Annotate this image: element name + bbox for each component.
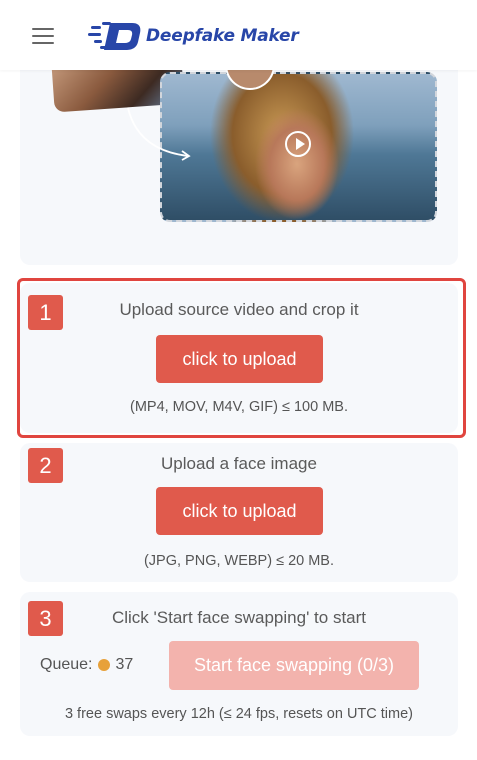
start-face-swapping-button[interactable]: Start face swapping (0/3) bbox=[169, 641, 419, 690]
brand-logo[interactable]: Deepfake Maker bbox=[88, 18, 299, 54]
step-2-card: 2 Upload a face image click to upload (J… bbox=[20, 443, 458, 582]
top-bar: Deepfake Maker bbox=[0, 0, 477, 70]
queue-status: Queue: 37 bbox=[40, 656, 133, 674]
step-title: Upload a face image bbox=[161, 454, 317, 473]
step-title: Click 'Start face swapping' to start bbox=[111, 608, 367, 627]
upload-video-button[interactable]: click to upload bbox=[156, 335, 323, 383]
queue-count: 37 bbox=[115, 656, 134, 673]
hamburger-menu-icon[interactable] bbox=[32, 26, 54, 46]
step-1-card: 1 Upload source video and crop it click … bbox=[20, 283, 458, 433]
logo-mark-icon bbox=[88, 22, 141, 50]
upload-face-button[interactable]: click to upload bbox=[156, 487, 323, 535]
file-format-note: (JPG, PNG, WEBP) ≤ 20 MB. bbox=[143, 553, 335, 569]
play-circle-icon[interactable] bbox=[285, 131, 311, 157]
queue-label: Queue: bbox=[40, 656, 93, 673]
curved-arrow-icon bbox=[127, 107, 191, 161]
brand-name: Deepfake Maker bbox=[146, 26, 299, 46]
step-title: Upload source video and crop it bbox=[119, 300, 359, 319]
queue-status-dot-icon bbox=[98, 659, 111, 671]
file-format-note: (MP4, MOV, M4V, GIF) ≤ 100 MB. bbox=[129, 399, 348, 415]
free-swaps-note: 3 free swaps every 12h (≤ 24 fps, resets… bbox=[64, 706, 414, 722]
